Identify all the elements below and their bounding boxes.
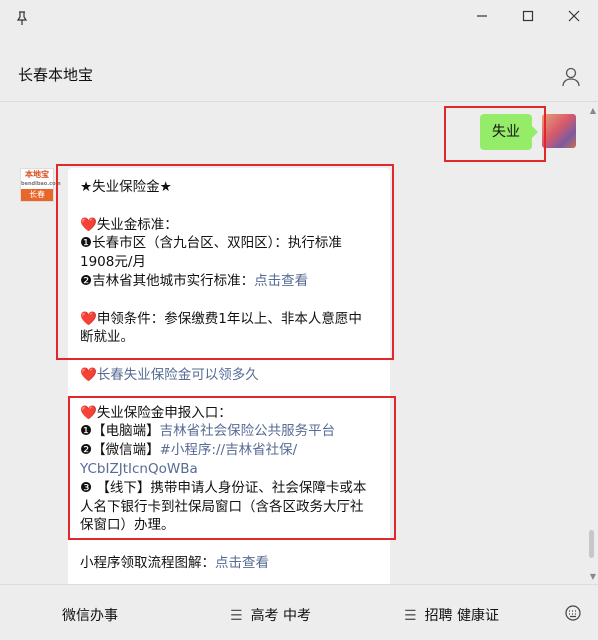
bot-avatar[interactable]: 本地宝 bendibao.com 长春 (20, 168, 61, 202)
message-link[interactable]: 点击查看 (215, 555, 269, 571)
highlight-box-standard (56, 164, 394, 360)
title-bar (0, 0, 598, 40)
scrollbar-thumb[interactable] (589, 530, 594, 558)
chat-header: 长春本地宝 (0, 40, 598, 100)
maximize-icon[interactable] (516, 8, 540, 27)
minimize-icon[interactable] (470, 8, 494, 27)
keyboard-icon[interactable] (564, 605, 582, 621)
highlight-box-apply-entry (68, 396, 396, 540)
my-avatar[interactable] (542, 114, 576, 148)
menu-wechat-service[interactable]: 微信办事 (62, 605, 118, 625)
scroll-down-icon[interactable]: ▼ (590, 572, 596, 581)
menu-label: 招聘 健康证 (424, 608, 500, 624)
person-icon[interactable] (560, 66, 582, 88)
hamburger-icon: ☰ (230, 608, 243, 624)
scroll-up-icon[interactable]: ▲ (590, 106, 596, 115)
message-text: 小程序领取流程图解： (80, 555, 215, 571)
message-line: 小程序领取流程图解：点击查看 (80, 554, 269, 573)
highlight-box-my-message (444, 106, 546, 162)
hamburger-icon: ☰ (404, 608, 417, 624)
pin-icon[interactable] (14, 10, 30, 30)
heart-icon: ❤️ (80, 367, 97, 383)
chat-area[interactable]: 失业 本地宝 bendibao.com 长春 ★失业保险金★ ❤️失业金标准： ❶长春… (0, 102, 598, 584)
close-icon[interactable] (562, 8, 586, 27)
menu-label: 高考 中考 (250, 608, 312, 624)
menu-jobs-health[interactable]: ☰ 招聘 健康证 (404, 605, 499, 625)
message-line: ❤️长春失业保险金可以领多久 (80, 366, 259, 385)
chat-title: 长春本地宝 (18, 66, 94, 84)
menu-exams[interactable]: ☰ 高考 中考 (230, 605, 311, 625)
bot-avatar-city: 长春 (21, 189, 53, 201)
bot-avatar-logo: 本地宝 (25, 170, 49, 179)
menu-label: 微信办事 (62, 608, 118, 624)
bottom-menu-bar: 微信办事 ☰ 高考 中考 ☰ 招聘 健康证 (0, 584, 598, 640)
bot-avatar-domain: bendibao.com (21, 181, 61, 187)
message-link[interactable]: 长春失业保险金可以领多久 (97, 367, 259, 383)
